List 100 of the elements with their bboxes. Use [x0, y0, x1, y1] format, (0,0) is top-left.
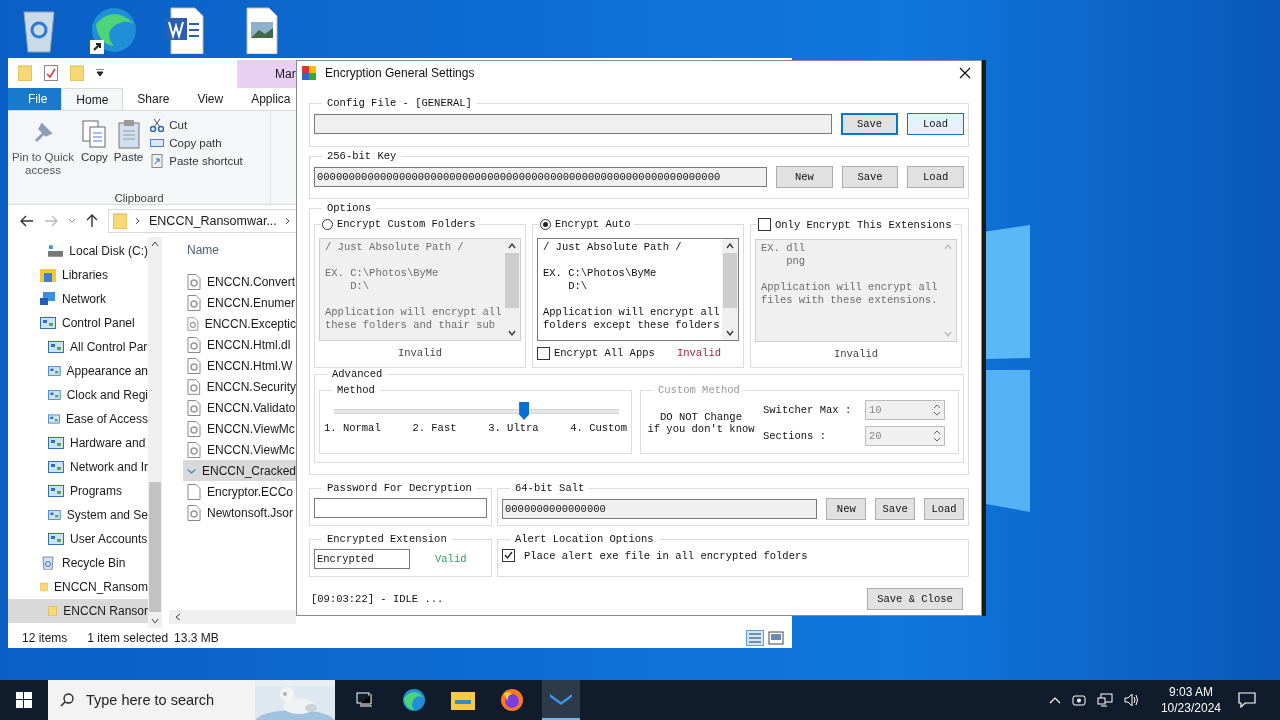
- ribbon-button[interactable]: Paste: [110, 117, 147, 186]
- text-field[interactable]: Encrypted: [314, 549, 410, 569]
- checkbox[interactable]: [537, 346, 550, 360]
- nav-item[interactable]: System and Se: [8, 503, 148, 527]
- file-item[interactable]: ENCCN.ViewMc: [183, 418, 296, 439]
- nav-item[interactable]: Control Panel: [8, 311, 148, 335]
- dialog-button[interactable]: Load: [924, 498, 964, 520]
- file-item[interactable]: ENCCN.Html.dl: [183, 334, 296, 355]
- scroll-left-icon[interactable]: [175, 613, 181, 621]
- dialog-button[interactable]: Load: [907, 166, 964, 188]
- radio-button[interactable]: [540, 218, 551, 230]
- text-field[interactable]: 0000000000000000: [502, 499, 818, 519]
- scroll-down-icon[interactable]: [151, 618, 159, 624]
- properties-icon[interactable]: [44, 65, 58, 81]
- text-area[interactable]: / Just Absolute Path / EX. C:\Photos\ByMe D:\ Application will encrypt all folders except these folders: [537, 238, 739, 341]
- ribbon-tab[interactable]: Applica: [237, 88, 296, 110]
- file-item[interactable]: ENCCN.Html.W: [183, 355, 296, 376]
- clock[interactable]: 9:03 AM 10/23/2024: [1160, 684, 1221, 716]
- file-item[interactable]: Newtonsoft.Jsor: [183, 502, 296, 523]
- log-text: [09:03:22] - IDLE ...: [311, 593, 444, 605]
- dialog-button[interactable]: Save: [841, 166, 899, 188]
- scroll-down-icon[interactable]: [508, 330, 516, 336]
- network-icon[interactable]: [1096, 693, 1113, 707]
- ribbon-button[interactable]: Pin to Quick access: [8, 117, 78, 186]
- ribbon-tab[interactable]: File: [8, 88, 62, 110]
- checkbox[interactable]: [502, 549, 515, 562]
- nav-item[interactable]: ENCCN_Ransom: [8, 575, 148, 599]
- scroll-up-icon[interactable]: [151, 241, 159, 247]
- nav-item[interactable]: User Accounts: [8, 527, 148, 551]
- dialog-button[interactable]: Save: [875, 498, 916, 520]
- ribbon-tab[interactable]: Home: [61, 88, 124, 110]
- notification-icon[interactable]: [1238, 692, 1256, 708]
- spin-arrows-icon[interactable]: [933, 403, 941, 417]
- text-area[interactable]: / Just Absolute Path / EX. C:\Photos\ByMe D:\ Application will encrypt all these folders and thair sub: [319, 238, 521, 341]
- chevron-up-icon[interactable]: [1048, 696, 1061, 704]
- scroll-down-icon[interactable]: [726, 330, 734, 336]
- nav-item[interactable]: Appearance an: [8, 359, 148, 383]
- scrollbar[interactable]: [722, 239, 738, 340]
- large-icons-view-icon[interactable]: [768, 631, 784, 645]
- nav-item[interactable]: Network and Ir: [8, 455, 148, 479]
- nav-item[interactable]: Libraries: [8, 263, 148, 287]
- close-icon[interactable]: [959, 67, 971, 79]
- nav-item[interactable]: Ease of Access: [8, 407, 148, 431]
- scrollbar[interactable]: [148, 237, 162, 628]
- taskbar-app[interactable]: [542, 680, 580, 720]
- text-field[interactable]: 0000000000000000000000000000000000000000000000000000000000000000: [314, 167, 768, 187]
- ribbon-button[interactable]: Paste shortcut: [148, 153, 245, 169]
- file-item[interactable]: Encryptor.ECCo: [183, 481, 296, 502]
- nav-item[interactable]: Hardware and: [8, 431, 148, 455]
- nav-item[interactable]: All Control Par: [8, 335, 148, 359]
- password-field[interactable]: [314, 498, 487, 518]
- file-item[interactable]: ENCCN.Enumer: [183, 292, 296, 313]
- ribbon-button[interactable]: Cut: [148, 117, 245, 133]
- start-icon[interactable]: [16, 692, 32, 708]
- caret-icon[interactable]: [96, 69, 104, 77]
- file-item[interactable]: ENCCN_Cracked: [183, 460, 296, 481]
- file-item[interactable]: ENCCN.Convert: [183, 271, 296, 292]
- file-item[interactable]: ENCCN.Validato: [183, 397, 296, 418]
- ribbon-tab[interactable]: Share: [123, 88, 184, 110]
- chevron-down-icon[interactable]: [68, 218, 76, 224]
- column-header[interactable]: Name: [183, 237, 296, 271]
- ribbon-button[interactable]: Copy: [78, 117, 111, 186]
- meet-now-icon[interactable]: [1071, 693, 1086, 707]
- scrollbar[interactable]: [169, 610, 296, 624]
- text-field[interactable]: [314, 114, 832, 134]
- spin-arrows-icon[interactable]: [933, 429, 941, 443]
- search-field[interactable]: Type here to search: [48, 680, 335, 720]
- speaker-icon[interactable]: [1123, 693, 1140, 707]
- scroll-up-icon[interactable]: [726, 243, 734, 249]
- save-close-button[interactable]: Save & Close: [867, 588, 963, 610]
- checkbox[interactable]: [758, 218, 771, 231]
- context-tab[interactable]: Mar: [237, 60, 296, 88]
- dialog-button[interactable]: New: [826, 498, 867, 520]
- scroll-up-icon[interactable]: [508, 243, 516, 249]
- details-view-icon[interactable]: [746, 630, 764, 646]
- nav-item[interactable]: Recycle Bin: [8, 551, 148, 575]
- nav-item[interactable]: ENCCN Ransor: [8, 599, 148, 623]
- nav-item[interactable]: Network: [8, 287, 148, 311]
- address-bar[interactable]: ENCCN_Ransomwar...: [108, 209, 296, 233]
- selection-status: 1 item selected: [87, 631, 169, 645]
- gear-document-icon: [187, 504, 201, 521]
- up-arrow-icon[interactable]: [86, 214, 98, 228]
- file-item[interactable]: ENCCN.Exceptic: [183, 313, 296, 334]
- file-item[interactable]: ENCCN.Security: [183, 376, 296, 397]
- nav-item[interactable]: Local Disk (C:): [8, 239, 148, 263]
- dialog-button[interactable]: New: [776, 166, 833, 188]
- chevron-right-icon: [135, 217, 141, 225]
- back-arrow-icon[interactable]: [20, 215, 34, 227]
- text-area[interactable]: EX. dll png Application will encrypt all files with these extensions.: [755, 239, 957, 342]
- image-file-icon[interactable]: [245, 4, 279, 54]
- nav-item[interactable]: Clock and Regi: [8, 383, 148, 407]
- word-document-icon[interactable]: [165, 4, 207, 54]
- ribbon-button[interactable]: Copy path: [148, 135, 245, 151]
- file-item[interactable]: ENCCN.ViewMc: [183, 439, 296, 460]
- slider-thumb[interactable]: [519, 402, 530, 420]
- dialog-button[interactable]: Load: [907, 113, 964, 135]
- dialog-button[interactable]: Save: [841, 113, 898, 135]
- ribbon-tab[interactable]: View: [183, 88, 238, 110]
- radio-button[interactable]: [322, 218, 333, 230]
- nav-item[interactable]: Programs: [8, 479, 148, 503]
